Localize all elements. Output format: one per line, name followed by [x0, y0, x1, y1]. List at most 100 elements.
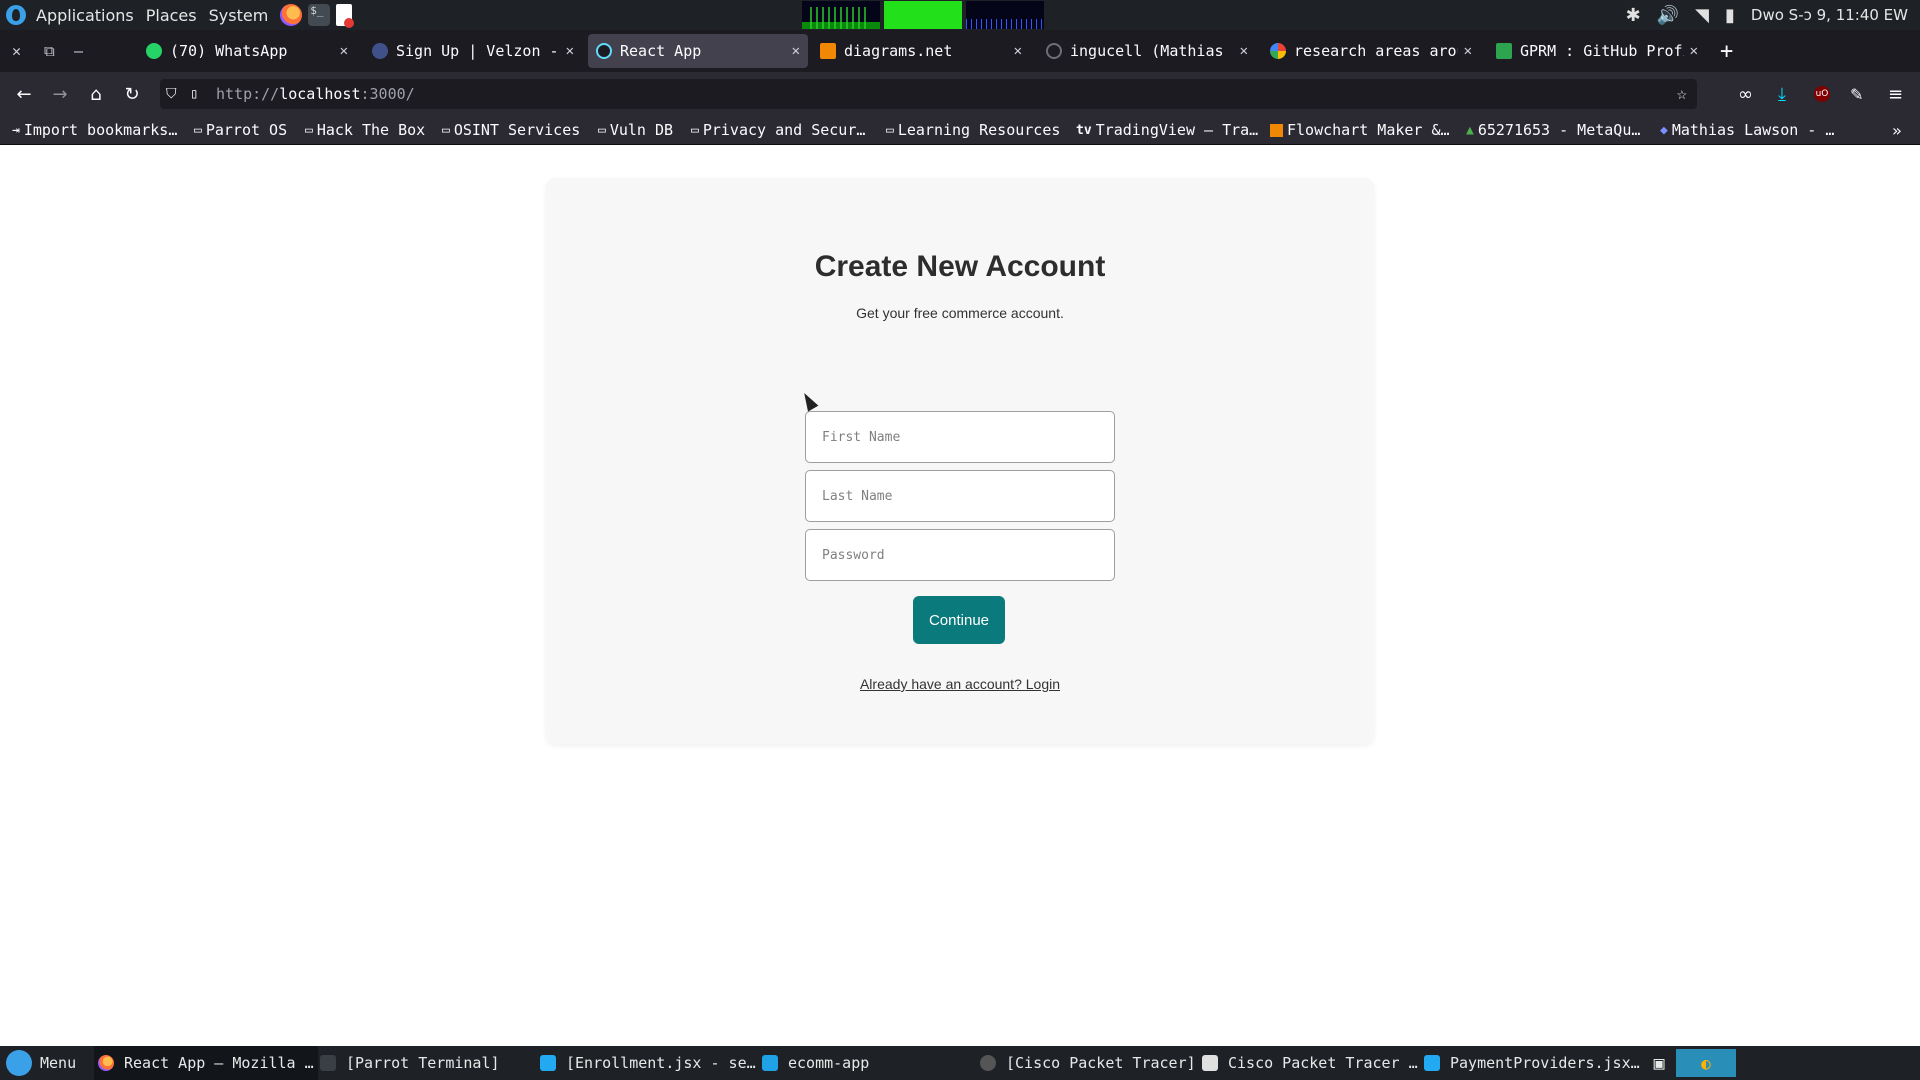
- bookmark-folder-vuln-db[interactable]: ▭ Vuln DB: [598, 116, 673, 144]
- close-tab-icon[interactable]: ✕: [1014, 43, 1022, 59]
- terminal-icon: [320, 1055, 336, 1071]
- bookmark-flowchart-maker[interactable]: Flowchart Maker &…: [1270, 116, 1450, 144]
- bookmark-label: Flowchart Maker &…: [1287, 121, 1450, 139]
- wifi-icon[interactable]: ◥: [1695, 5, 1709, 26]
- volume-icon[interactable]: 🔊: [1657, 5, 1679, 26]
- close-tab-icon[interactable]: ✕: [340, 43, 348, 59]
- tab-velzon[interactable]: Sign Up | Velzon - ✕: [364, 34, 582, 68]
- wrench-icon[interactable]: ✎: [1850, 72, 1863, 116]
- places-menu[interactable]: Places: [140, 6, 203, 25]
- bookmark-label: TradingView – Tra…: [1095, 121, 1259, 139]
- downloads-icon[interactable]: ⤓: [1778, 72, 1786, 116]
- close-tab-icon[interactable]: ✕: [1240, 43, 1248, 59]
- tab-bar: ✕ ⧉ — (70) WhatsApp ✕ Sign Up | Velzon -…: [0, 30, 1920, 72]
- bookmark-folder-osint[interactable]: ▭ OSINT Services: [442, 116, 580, 144]
- url-text[interactable]: http://localhost:3000/: [216, 85, 415, 103]
- navigation-bar: ← → ⌂ ↻ ⛉ ▯ http://localhost:3000/ ☆ ∞ ⤓…: [0, 72, 1920, 116]
- forward-button[interactable]: →: [44, 72, 76, 116]
- drawio-icon: [1270, 123, 1283, 137]
- bookmark-folder-hack-the-box[interactable]: ▭ Hack The Box: [305, 116, 425, 144]
- parrot-logo-icon[interactable]: [6, 5, 26, 25]
- text-editor-icon[interactable]: [336, 4, 355, 28]
- terminal-icon[interactable]: $_: [308, 4, 331, 26]
- network-graph: [966, 1, 1044, 29]
- page-info-icon[interactable]: ▯: [190, 86, 198, 102]
- bookmark-label: Learning Resources: [897, 121, 1061, 139]
- taskbar-item-enrollment[interactable]: [Enrollment.jsx - se…: [540, 1046, 758, 1080]
- tab-whatsapp[interactable]: (70) WhatsApp ✕: [138, 34, 356, 68]
- taskbar-item-ecomm-app[interactable]: ecomm-app: [762, 1046, 962, 1080]
- home-button[interactable]: ⌂: [80, 72, 112, 116]
- new-tab-button[interactable]: +: [1720, 34, 1733, 68]
- hamburger-menu-icon[interactable]: ≡: [1888, 72, 1903, 116]
- reload-button[interactable]: ↻: [116, 72, 148, 116]
- url-path: :3000/: [360, 85, 415, 103]
- bookmark-folder-parrot-os[interactable]: ▭ Parrot OS: [194, 116, 287, 144]
- taskbar-item-firefox[interactable]: React App — Mozilla …: [94, 1046, 318, 1080]
- url-bar[interactable]: ⛉ ▯ http://localhost:3000/ ☆: [160, 79, 1697, 109]
- back-button[interactable]: ←: [8, 72, 40, 116]
- screenshot-icon[interactable]: ▣: [1646, 1046, 1672, 1080]
- applications-menu[interactable]: Applications: [30, 6, 140, 25]
- taskbar-item-terminal[interactable]: [Parrot Terminal]: [320, 1046, 528, 1080]
- tab-github-profile[interactable]: ingucell (Mathias L ✕: [1038, 34, 1256, 68]
- tab-diagrams[interactable]: diagrams.net ✕: [812, 34, 1030, 68]
- page-title: Create New Account: [814, 250, 1106, 283]
- taskbar-menu-button[interactable]: Menu: [0, 1046, 88, 1080]
- firefox-icon[interactable]: [280, 4, 303, 26]
- first-name-input[interactable]: [805, 411, 1115, 463]
- folder-icon: ▭: [442, 122, 450, 138]
- ublock-icon[interactable]: uO: [1814, 72, 1830, 116]
- bookmark-folder-learning[interactable]: ▭ Learning Resources: [886, 116, 1060, 144]
- tab-react-app[interactable]: React App ✕: [588, 34, 808, 68]
- bluetooth-icon[interactable]: ✱: [1626, 5, 1641, 26]
- close-tab-icon[interactable]: ✕: [1464, 43, 1472, 59]
- password-input[interactable]: [805, 529, 1115, 581]
- taskbar-item-packet-tracer-1[interactable]: [Cisco Packet Tracer]: [980, 1046, 1198, 1080]
- import-icon: ⇥: [12, 122, 20, 138]
- tab-title: diagrams.net: [844, 42, 953, 60]
- bookmark-folder-privacy[interactable]: ▭ Privacy and Secur…: [691, 116, 865, 144]
- minimize-window-icon[interactable]: —: [74, 30, 83, 72]
- bookmark-metaquotes[interactable]: ▲ 65271653 - MetaQu…: [1466, 116, 1640, 144]
- login-link[interactable]: Already have an account? Login: [546, 676, 1374, 692]
- signup-card: Create New Account Get your free commerc…: [546, 178, 1374, 744]
- bookmark-import[interactable]: ⇥ Import bookmarks…: [12, 116, 177, 144]
- taskbar-item-label: React App — Mozilla …: [124, 1054, 314, 1072]
- more-bookmarks-chevron-icon[interactable]: »: [1892, 116, 1902, 144]
- cpu-graph: [802, 1, 880, 29]
- memory-graph: [884, 1, 962, 29]
- shield-icon[interactable]: ⛉: [166, 86, 177, 102]
- tab-google-search[interactable]: research areas arou ✕: [1262, 34, 1480, 68]
- window-icon: [1202, 1055, 1218, 1071]
- bookmark-mathias-lawson[interactable]: ◆ Mathias Lawson - …: [1660, 116, 1834, 144]
- continue-button[interactable]: Continue: [913, 596, 1005, 644]
- tab-gprm[interactable]: GPRM : GitHub Profi ✕: [1488, 34, 1706, 68]
- battery-icon[interactable]: ▮: [1725, 5, 1735, 26]
- github-icon: [1046, 43, 1062, 59]
- mask-extension-icon[interactable]: ∞: [1738, 72, 1753, 116]
- firefox-icon: [98, 1055, 114, 1071]
- tab-title: (70) WhatsApp: [170, 42, 288, 60]
- taskbar-item-packet-tracer-2[interactable]: Cisco Packet Tracer …: [1202, 1046, 1420, 1080]
- close-tab-icon[interactable]: ✕: [1690, 43, 1698, 59]
- bookmark-tradingview[interactable]: tv TradingView – Tra…: [1076, 116, 1258, 144]
- bookmark-star-icon[interactable]: ☆: [1677, 84, 1687, 104]
- last-name-input[interactable]: [805, 470, 1115, 522]
- clock[interactable]: Dwo S-ɔ 9, 11:40 EW: [1751, 6, 1908, 24]
- whatsapp-icon: [146, 43, 162, 59]
- bookmark-label: Hack The Box: [316, 121, 426, 139]
- close-tab-icon[interactable]: ✕: [566, 43, 574, 59]
- restore-window-icon[interactable]: ⧉: [44, 30, 55, 72]
- url-host: localhost: [279, 85, 361, 103]
- close-window-icon[interactable]: ✕: [12, 30, 21, 72]
- packet-tracer-icon: [980, 1055, 996, 1071]
- bookmark-label: Vuln DB: [609, 121, 674, 139]
- close-tab-icon[interactable]: ✕: [792, 43, 800, 59]
- system-menu[interactable]: System: [203, 6, 275, 25]
- tab-title: React App: [620, 42, 702, 60]
- workspace-switcher[interactable]: ◐: [1676, 1049, 1736, 1077]
- google-icon: [1270, 43, 1286, 59]
- bookmark-label: Parrot OS: [205, 121, 288, 139]
- taskbar-item-payment-providers[interactable]: PaymentProviders.jsx…: [1424, 1046, 1642, 1080]
